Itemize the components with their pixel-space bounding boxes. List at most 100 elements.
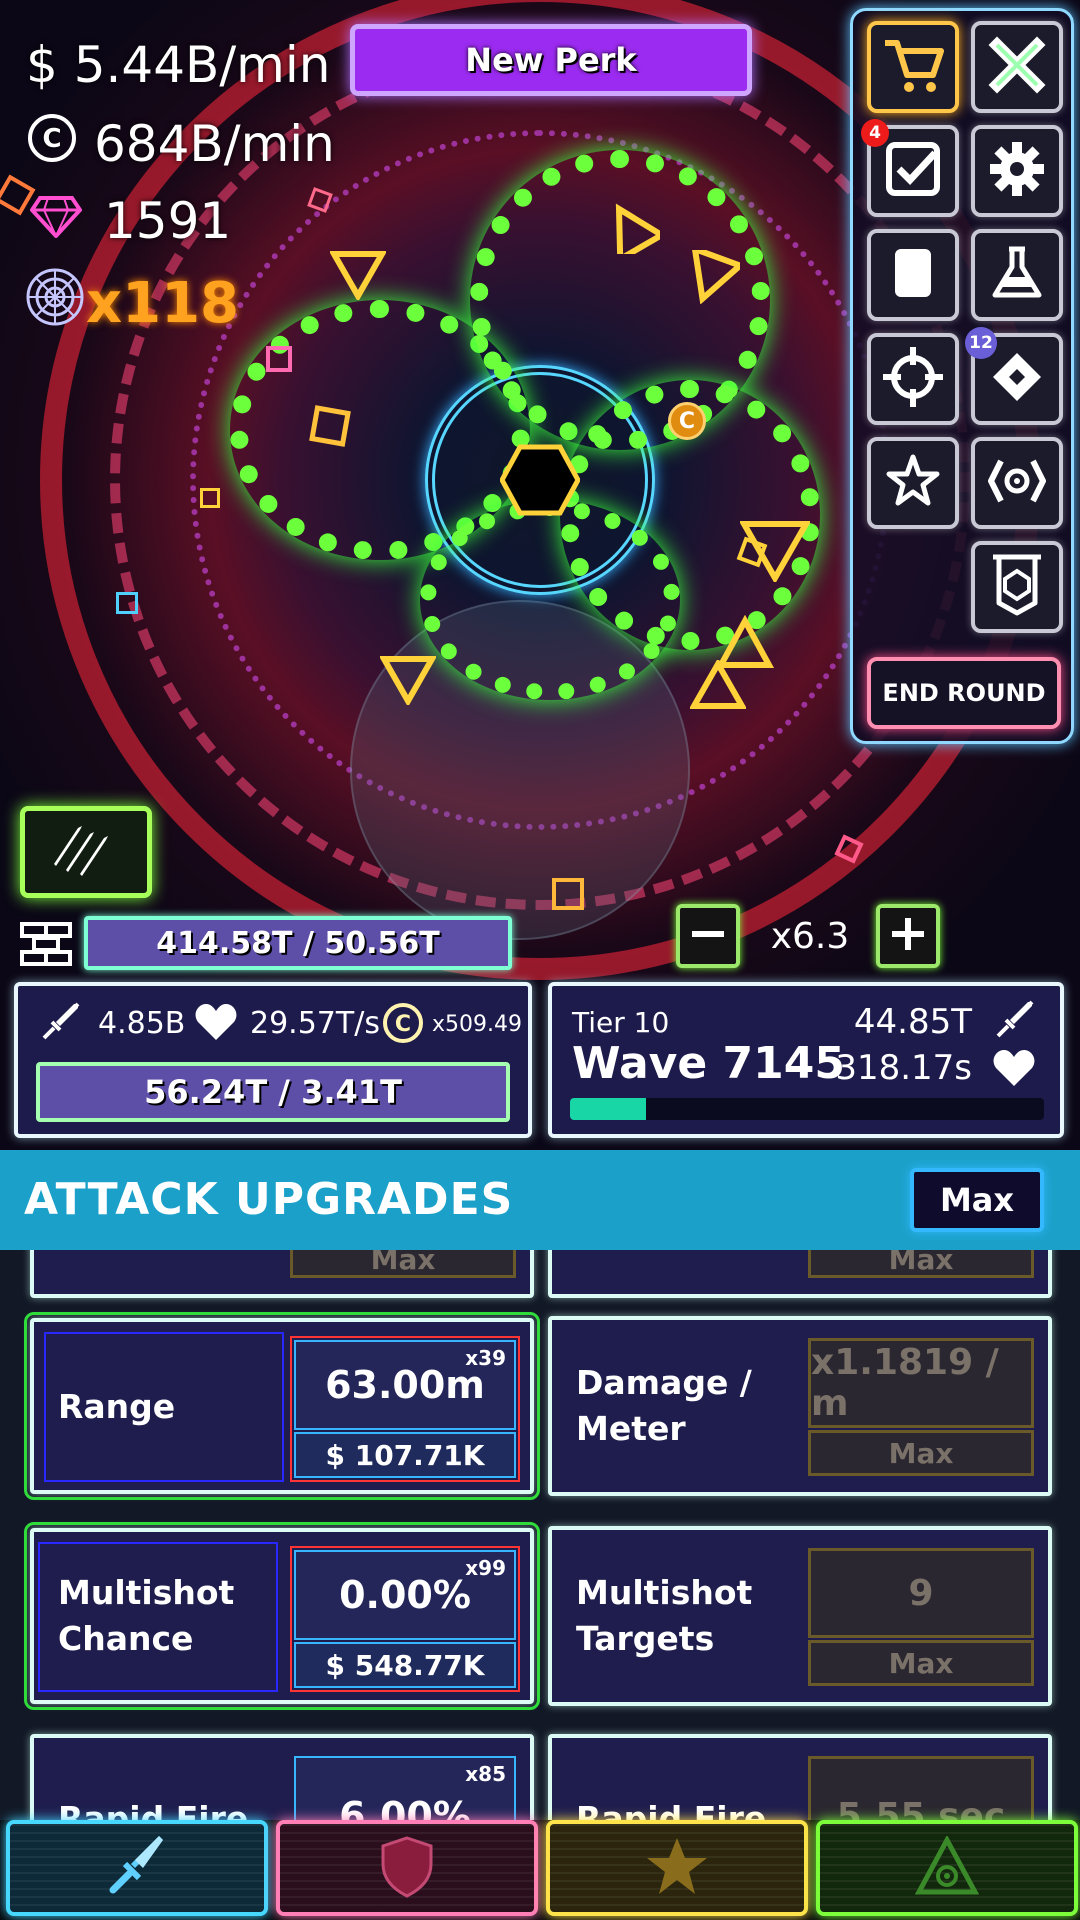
- upgrade-max-label: Max: [808, 1430, 1034, 1476]
- gem-icon: [29, 192, 83, 250]
- card-icon: [883, 243, 943, 307]
- shop-button[interactable]: [867, 21, 959, 113]
- orbit-swirl: [560, 380, 820, 650]
- diamond-icon: [987, 347, 1047, 411]
- upgrade-label-line1: Rapid Fire: [576, 1799, 767, 1820]
- enemy-square: [266, 346, 292, 372]
- crosshair-icon: [881, 345, 945, 413]
- upgrade-label-line1: Multishot: [576, 1573, 753, 1612]
- upgrades-header: ATTACK UPGRADES Max: [0, 1150, 1080, 1250]
- wave-label: Wave 7145: [572, 1038, 845, 1089]
- upgrade-label-line2: Meter: [576, 1409, 686, 1448]
- favorites-button[interactable]: [867, 437, 959, 529]
- speed-decrease-button[interactable]: [676, 904, 740, 968]
- upgrade-mult: x85: [465, 1762, 506, 1786]
- enemy-triangle: [690, 660, 746, 709]
- targeting-button[interactable]: [867, 333, 959, 425]
- upgrades-title: ATTACK UPGRADES: [24, 1174, 514, 1225]
- close-button[interactable]: [971, 21, 1063, 113]
- multiplier-stat: x118: [24, 266, 239, 340]
- missiles-icon: [46, 820, 126, 884]
- missile-ability-button[interactable]: [20, 806, 152, 898]
- coin-icon: C: [26, 112, 78, 176]
- upgrade-card-rapid-fire-duration[interactable]: Rapid Fire 5.55 sec: [548, 1734, 1052, 1820]
- new-perk-button[interactable]: New Perk: [350, 24, 752, 96]
- enemy-square: [834, 834, 864, 864]
- sword-icon: [992, 998, 1036, 1046]
- upgrade-label-line1: Rapid Fire: [58, 1799, 249, 1820]
- minus-icon: [688, 914, 728, 958]
- gem-count: 1591: [26, 192, 231, 250]
- checklist-icon: [883, 139, 943, 203]
- labs-button[interactable]: [971, 229, 1063, 321]
- upgrades-list[interactable]: Max Max Range 63.00m x39 $ 107.71K Damag…: [0, 1250, 1080, 1820]
- tower-health-text: 56.24T / 3.41T: [144, 1073, 402, 1111]
- upgrade-label: Rapid Fire: [576, 1796, 766, 1820]
- upgrade-value: 5.55 sec: [808, 1756, 1034, 1820]
- upgrade-card-multishot-targets[interactable]: Multishot Targets 9 Max: [548, 1526, 1052, 1706]
- upgrade-label: Rapid Fire: [58, 1796, 248, 1820]
- missions-button[interactable]: 4: [861, 119, 959, 217]
- speed-increase-button[interactable]: [876, 904, 940, 968]
- upgrade-label-line2: Targets: [576, 1619, 715, 1658]
- wave-progress-track: [570, 1098, 1044, 1120]
- tab-ultimate[interactable]: [816, 1820, 1078, 1916]
- wave-progress-fill: [570, 1098, 646, 1120]
- speed-value: x6.3: [770, 916, 850, 957]
- triangle-eye-icon: [914, 1834, 980, 1900]
- enemy-triangle: [740, 521, 810, 582]
- orbit-swirl: [230, 300, 530, 560]
- upgrade-label-line1: Range: [58, 1387, 176, 1426]
- tab-attack[interactable]: [6, 1820, 268, 1916]
- radar-button[interactable]: [971, 437, 1063, 529]
- enemy-damage: 44.85T: [853, 1002, 972, 1042]
- end-round-button[interactable]: END ROUND: [867, 657, 1061, 729]
- tab-utility[interactable]: [546, 1820, 808, 1916]
- partial-max-button: Max: [290, 1250, 516, 1278]
- upgrade-card-range[interactable]: Range 63.00m x39 $ 107.71K: [24, 1312, 540, 1500]
- upgrade-mult: x99: [465, 1556, 506, 1580]
- modules-button[interactable]: 12: [965, 327, 1063, 425]
- close-icon: [987, 35, 1047, 99]
- multiplier-text: x118: [86, 270, 240, 336]
- upgrade-value-text: 5.55 sec: [836, 1795, 1006, 1821]
- upgrade-value: 9: [808, 1548, 1034, 1638]
- partial-max-button: Max: [808, 1250, 1034, 1278]
- wall-health-bar: 414.58T / 50.56T: [84, 916, 512, 970]
- upgrade-card-partial: Max: [548, 1250, 1052, 1298]
- tab-defense[interactable]: [276, 1820, 538, 1916]
- heart-icon: [992, 1048, 1036, 1092]
- coin-drop: C: [668, 402, 706, 440]
- upgrade-label: Damage / Meter: [576, 1360, 752, 1452]
- upgrade-buy-button[interactable]: $ 548.77K: [294, 1642, 516, 1688]
- tower-core: [500, 444, 580, 516]
- bottom-tabs: [0, 1820, 1080, 1920]
- sword-icon: [38, 1000, 82, 1048]
- upgrade-max-label: Max: [808, 1640, 1034, 1686]
- upgrade-card-damage-meter[interactable]: Damage / Meter x1.1819 / m Max: [548, 1316, 1052, 1496]
- sword-icon: [105, 1834, 169, 1902]
- plus-icon: [888, 914, 928, 958]
- upgrade-value: x1.1819 / m: [808, 1338, 1034, 1428]
- upgrade-card-multishot-chance[interactable]: Multishot Chance 0.00% x99 $ 548.77K: [24, 1522, 540, 1710]
- enemy-square: [307, 187, 333, 213]
- money-rate: $ 5.44B/min: [26, 36, 330, 94]
- coin-rate-text: 684B/min: [94, 115, 335, 173]
- svg-text:C: C: [42, 124, 61, 154]
- modules-badge: 12: [965, 327, 997, 359]
- tower-health-bar: 56.24T / 3.41T: [36, 1062, 510, 1122]
- upgrade-buy-button[interactable]: $ 107.71K: [294, 1432, 516, 1478]
- guild-button[interactable]: [971, 541, 1063, 633]
- upgrade-card-rapid-fire[interactable]: Rapid Fire 6.00% x85: [30, 1734, 534, 1820]
- star-icon: [883, 451, 943, 515]
- field-ring: [350, 600, 690, 940]
- settings-button[interactable]: [971, 125, 1063, 217]
- max-toggle-button[interactable]: Max: [910, 1168, 1044, 1232]
- upgrade-value: 63.00m x39: [294, 1340, 516, 1430]
- cards-button[interactable]: [867, 229, 959, 321]
- upgrade-value: 6.00% x85: [294, 1756, 516, 1820]
- enemy-triangle: [691, 250, 740, 304]
- enemy-square: [200, 488, 220, 508]
- enemy-square: [116, 592, 138, 614]
- banner-icon: [987, 553, 1047, 621]
